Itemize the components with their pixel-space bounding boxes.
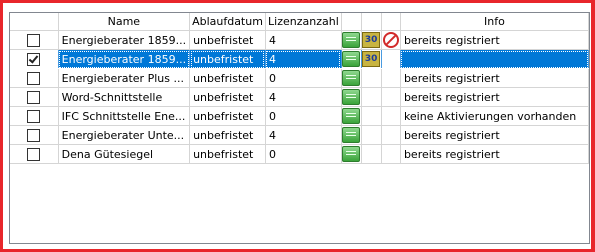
days-icon-cell	[361, 125, 382, 145]
blocked-icon-cell	[381, 144, 401, 164]
license-icon	[342, 146, 361, 162]
row-checkbox-cell	[10, 30, 59, 50]
days-icon-cell	[361, 144, 382, 164]
license-icon	[342, 89, 361, 105]
row-checkbox-cell	[10, 144, 59, 164]
row-checkbox[interactable]	[27, 128, 41, 142]
row-checkbox-cell	[10, 68, 59, 88]
lizenzanzahl-cell: 0	[265, 106, 342, 126]
license-table: Name Ablaufdatum Lizenzanzahl Info Energ…	[10, 13, 590, 164]
lizenzanzahl-cell: 0	[265, 68, 342, 88]
days-icon-cell	[361, 87, 382, 107]
license-icon-cell	[341, 125, 362, 145]
blocked-icon-cell	[381, 68, 401, 88]
ablaufdatum-cell: unbefristet	[189, 30, 266, 50]
row-checkbox[interactable]	[27, 71, 41, 85]
row-checkbox-cell	[10, 87, 59, 107]
license-icon-cell	[341, 68, 362, 88]
lizenzanzahl-cell: 0	[265, 144, 342, 164]
table-row[interactable]: Dena Gütesiegel unbefristet 0 bereits regis…	[10, 144, 590, 164]
row-checkbox-cell	[10, 49, 59, 69]
blocked-icon-cell	[381, 30, 401, 50]
days-icon-cell: 30	[361, 49, 382, 69]
license-icon-cell	[341, 87, 362, 107]
ablaufdatum-cell: unbefristet	[189, 144, 266, 164]
license-icon	[342, 51, 361, 67]
highlight-frame: Name Ablaufdatum Lizenzanzahl Info Energ…	[0, 0, 595, 252]
ablaufdatum-cell: unbefristet	[189, 68, 266, 88]
column-header-lizenzanzahl[interactable]: Lizenzanzahl	[265, 13, 342, 31]
license-icon	[342, 127, 361, 143]
license-icon-cell	[341, 144, 362, 164]
row-checkbox[interactable]	[27, 52, 41, 66]
license-icon-cell	[341, 106, 362, 126]
column-header-icon-1[interactable]	[341, 13, 362, 31]
column-header-icon-2[interactable]	[361, 13, 382, 31]
name-cell: Energieberater Plus ...	[58, 68, 191, 88]
header-row: Name Ablaufdatum Lizenzanzahl Info	[10, 13, 590, 31]
license-icon	[342, 70, 361, 86]
lizenzanzahl-cell: 4	[265, 30, 342, 50]
row-checkbox-cell	[10, 125, 59, 145]
info-cell: bereits registriert	[400, 144, 590, 164]
blocked-icon-cell	[381, 49, 401, 69]
table-row[interactable]: Energieberater 1859... unbefristet 4 30	[10, 49, 590, 69]
lizenzanzahl-cell: 4	[265, 87, 342, 107]
column-header-info[interactable]: Info	[400, 13, 590, 31]
blocked-icon	[382, 32, 399, 48]
name-cell: Energieberater 1859...	[58, 49, 191, 69]
thirty-days-icon: 30	[362, 51, 381, 67]
days-icon-cell	[361, 106, 382, 126]
table-row[interactable]: Energieberater Unte... unbefristet 4 bereit…	[10, 125, 590, 145]
column-header-ablaufdatum[interactable]: Ablaufdatum	[189, 13, 266, 31]
license-icon	[342, 32, 361, 48]
column-header-icon-3[interactable]	[381, 13, 401, 31]
name-cell: Energieberater 1859...	[58, 30, 191, 50]
blocked-icon-cell	[381, 106, 401, 126]
name-cell: IFC Schnittstelle Ene...	[58, 106, 191, 126]
row-checkbox[interactable]	[27, 147, 41, 161]
info-cell	[400, 49, 590, 69]
name-cell: Energieberater Unte...	[58, 125, 191, 145]
license-icon-cell	[341, 30, 362, 50]
info-cell: bereits registriert	[400, 87, 590, 107]
name-cell: Word-Schnittstelle	[58, 87, 191, 107]
name-cell: Dena Gütesiegel	[58, 144, 191, 164]
info-cell: bereits registriert	[400, 68, 590, 88]
info-cell: bereits registriert	[400, 125, 590, 145]
table-row[interactable]: Energieberater 1859... unbefristet 4 30 bere…	[10, 30, 590, 50]
ablaufdatum-cell: unbefristet	[189, 106, 266, 126]
license-icon	[342, 108, 361, 124]
column-header-name[interactable]: Name	[58, 13, 191, 31]
lizenzanzahl-cell: 4	[265, 49, 342, 69]
license-list[interactable]: Name Ablaufdatum Lizenzanzahl Info Energ…	[9, 12, 590, 244]
row-checkbox[interactable]	[27, 109, 41, 123]
days-icon-cell: 30	[361, 30, 382, 50]
thirty-days-icon: 30	[362, 32, 381, 48]
days-icon-cell	[361, 68, 382, 88]
table-row[interactable]: Word-Schnittstelle unbefristet 4 bereits re…	[10, 87, 590, 107]
table-row[interactable]: Energieberater Plus ... unbefristet 0 berei…	[10, 68, 590, 88]
blocked-icon-cell	[381, 125, 401, 145]
info-cell: bereits registriert	[400, 30, 590, 50]
row-checkbox[interactable]	[27, 90, 41, 104]
lizenzanzahl-cell: 4	[265, 125, 342, 145]
info-cell: keine Aktivierungen vorhanden	[400, 106, 590, 126]
ablaufdatum-cell: unbefristet	[189, 49, 266, 69]
row-checkbox-cell	[10, 106, 59, 126]
ablaufdatum-cell: unbefristet	[189, 87, 266, 107]
table-row[interactable]: IFC Schnittstelle Ene... unbefristet 0 kein…	[10, 106, 590, 126]
blocked-icon-cell	[381, 87, 401, 107]
ablaufdatum-cell: unbefristet	[189, 125, 266, 145]
license-icon-cell	[341, 49, 362, 69]
row-checkbox[interactable]	[27, 33, 41, 47]
column-header-check[interactable]	[10, 13, 59, 31]
